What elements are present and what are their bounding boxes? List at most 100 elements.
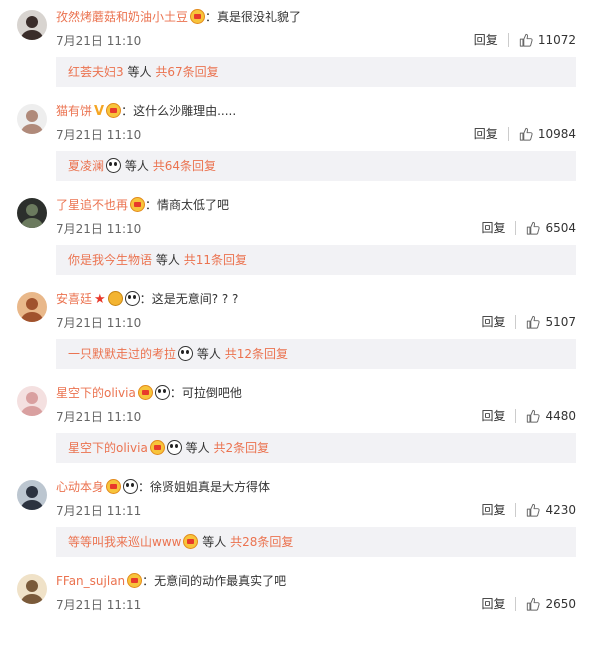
reply-total-link[interactable]: 共28条回复 — [230, 535, 293, 549]
avatar[interactable] — [17, 574, 47, 604]
divider — [515, 502, 517, 517]
divider — [515, 220, 517, 235]
comment-actions: 回复 10984 — [474, 125, 576, 142]
timestamp: 7月21日 11:11 — [56, 598, 142, 612]
panda-badge-icon — [124, 291, 140, 306]
replies-preview[interactable]: 等等叫我来巡山www 等人 共28条回复 — [56, 527, 576, 557]
comment-item: 了星追不也再 ：情商太低了吧 7月21日 11:10 回复 6504 你是我今生物… — [0, 188, 593, 282]
reply-user-link[interactable]: 红荟夫妇3 — [68, 65, 124, 79]
reply-button[interactable]: 回复 — [481, 313, 505, 330]
separator: ： — [145, 198, 158, 212]
comment-actions: 回复 6504 — [481, 219, 576, 236]
comment-line: 心动本身 ：徐贤姐姐真是大方得体 — [56, 478, 270, 496]
etc-label: 等人 — [185, 441, 210, 455]
comment-line: 星空下的olivia ：可拉倒吧他 — [56, 384, 242, 402]
comment-text: 情商太低了吧 — [157, 198, 230, 212]
reply-button[interactable]: 回复 — [474, 125, 498, 142]
comment-item: 星空下的olivia ：可拉倒吧他 7月21日 11:10 回复 4480 星空下… — [0, 376, 593, 470]
separator: ： — [138, 480, 151, 494]
gift-badge-icon — [106, 103, 122, 118]
thumbs-up-icon[interactable] — [519, 127, 533, 141]
comment-item: 猫有饼 V ：这什么沙雕理由..... 7月21日 11:10 回复 10984 夏… — [0, 94, 593, 188]
avatar[interactable] — [17, 104, 47, 134]
reply-button[interactable]: 回复 — [481, 219, 505, 236]
thumbs-up-icon[interactable] — [526, 221, 541, 235]
gift-badge-icon — [127, 573, 143, 588]
avatar[interactable] — [17, 386, 47, 416]
replies-preview[interactable]: 夏凌澜 等人 共64条回复 — [56, 151, 576, 181]
reply-user-link[interactable]: 等等叫我来巡山www — [68, 535, 181, 549]
thumbs-up-icon[interactable] — [526, 503, 541, 517]
comment-text: 徐贤姐姐真是大方得体 — [150, 480, 271, 494]
gold-badge-icon — [107, 291, 123, 306]
username-link[interactable]: FFan_sujlan — [56, 574, 125, 588]
thumbs-up-icon[interactable] — [526, 315, 541, 329]
reply-user-link[interactable]: 夏凌澜 — [68, 159, 104, 173]
reply-user-link[interactable]: 星空下的olivia — [68, 441, 148, 455]
reply-total-link[interactable]: 共2条回复 — [213, 441, 269, 455]
username-link[interactable]: 了星追不也再 — [56, 198, 128, 212]
avatar[interactable] — [17, 10, 47, 40]
reply-button[interactable]: 回复 — [481, 595, 505, 612]
reply-total-link[interactable]: 共12条回复 — [225, 347, 288, 361]
comment-text: 这是无意间? ? ? — [151, 292, 239, 306]
comment-text: 无意间的动作最真实了吧 — [154, 574, 287, 588]
reply-button[interactable]: 回复 — [481, 501, 505, 518]
separator: ： — [205, 10, 218, 24]
comment-text: 真是很没礼貌了 — [217, 10, 302, 24]
etc-label: 等人 — [196, 347, 221, 361]
thumbs-up-icon[interactable] — [519, 33, 533, 47]
reply-total-link[interactable]: 共64条回复 — [153, 159, 216, 173]
comment-actions: 回复 4480 — [481, 407, 576, 424]
replies-preview[interactable]: 你是我今生物语 等人 共11条回复 — [56, 245, 576, 275]
verified-v-icon: V — [94, 104, 105, 119]
panda-badge-icon — [154, 385, 170, 400]
thumbs-up-icon[interactable] — [526, 597, 541, 611]
username-link[interactable]: 孜然烤蘑菇和奶油小土豆 — [56, 10, 188, 24]
panda-badge-icon — [166, 440, 182, 455]
reply-user-link[interactable]: 一只默默走过的考拉 — [68, 347, 176, 361]
divider — [515, 314, 517, 329]
panda-badge-icon — [178, 346, 194, 361]
avatar[interactable] — [17, 480, 47, 510]
comment-actions: 回复 5107 — [481, 313, 576, 330]
comment-text: 可拉倒吧他 — [181, 386, 242, 400]
reply-button[interactable]: 回复 — [474, 31, 498, 48]
like-count: 10984 — [537, 126, 576, 141]
reply-total-link[interactable]: 共11条回复 — [184, 253, 247, 267]
timestamp: 7月21日 11:10 — [56, 410, 142, 424]
like-count: 4230 — [545, 502, 576, 517]
thumbs-up-icon[interactable] — [526, 409, 541, 423]
username-link[interactable]: 心动本身 — [56, 480, 104, 494]
timestamp: 7月21日 11:10 — [56, 316, 142, 330]
reply-button[interactable]: 回复 — [481, 407, 505, 424]
comment-line: 孜然烤蘑菇和奶油小土豆 ：真是很没礼貌了 — [56, 8, 301, 26]
replies-preview[interactable]: 红荟夫妇3 等人 共67条回复 — [56, 57, 576, 87]
comment-item: 安喜廷 ★ ：这是无意间? ? ? 7月21日 11:10 回复 5107 一只默默… — [0, 282, 593, 376]
replies-preview[interactable]: 星空下的olivia 等人 共2条回复 — [56, 433, 576, 463]
comment-actions: 回复 4230 — [481, 501, 576, 518]
like-count: 4480 — [545, 408, 576, 423]
reply-user-link[interactable]: 你是我今生物语 — [68, 253, 152, 267]
comment-line: 了星追不也再 ：情商太低了吧 — [56, 196, 229, 214]
username-link[interactable]: 猫有饼 — [56, 104, 92, 118]
timestamp: 7月21日 11:10 — [56, 222, 142, 236]
username-link[interactable]: 星空下的olivia — [56, 386, 136, 400]
avatar[interactable] — [17, 198, 47, 228]
divider — [507, 32, 509, 47]
like-count: 2650 — [545, 596, 576, 611]
comment-item: 孜然烤蘑菇和奶油小土豆 ：真是很没礼貌了 7月21日 11:10 回复 11072… — [0, 0, 593, 94]
gift-badge-icon — [137, 385, 153, 400]
comment-actions: 回复 2650 — [481, 595, 576, 612]
separator: ： — [169, 386, 182, 400]
etc-label: 等人 — [127, 65, 152, 79]
timestamp: 7月21日 11:10 — [56, 128, 142, 142]
reply-total-link[interactable]: 共67条回复 — [155, 65, 218, 79]
like-count: 11072 — [537, 32, 576, 47]
username-link[interactable]: 安喜廷 — [56, 292, 92, 306]
timestamp: 7月21日 11:11 — [56, 504, 142, 518]
replies-preview[interactable]: 一只默默走过的考拉 等人 共12条回复 — [56, 339, 576, 369]
comment-actions: 回复 11072 — [474, 31, 576, 48]
etc-label: 等人 — [155, 253, 180, 267]
avatar[interactable] — [17, 292, 47, 322]
